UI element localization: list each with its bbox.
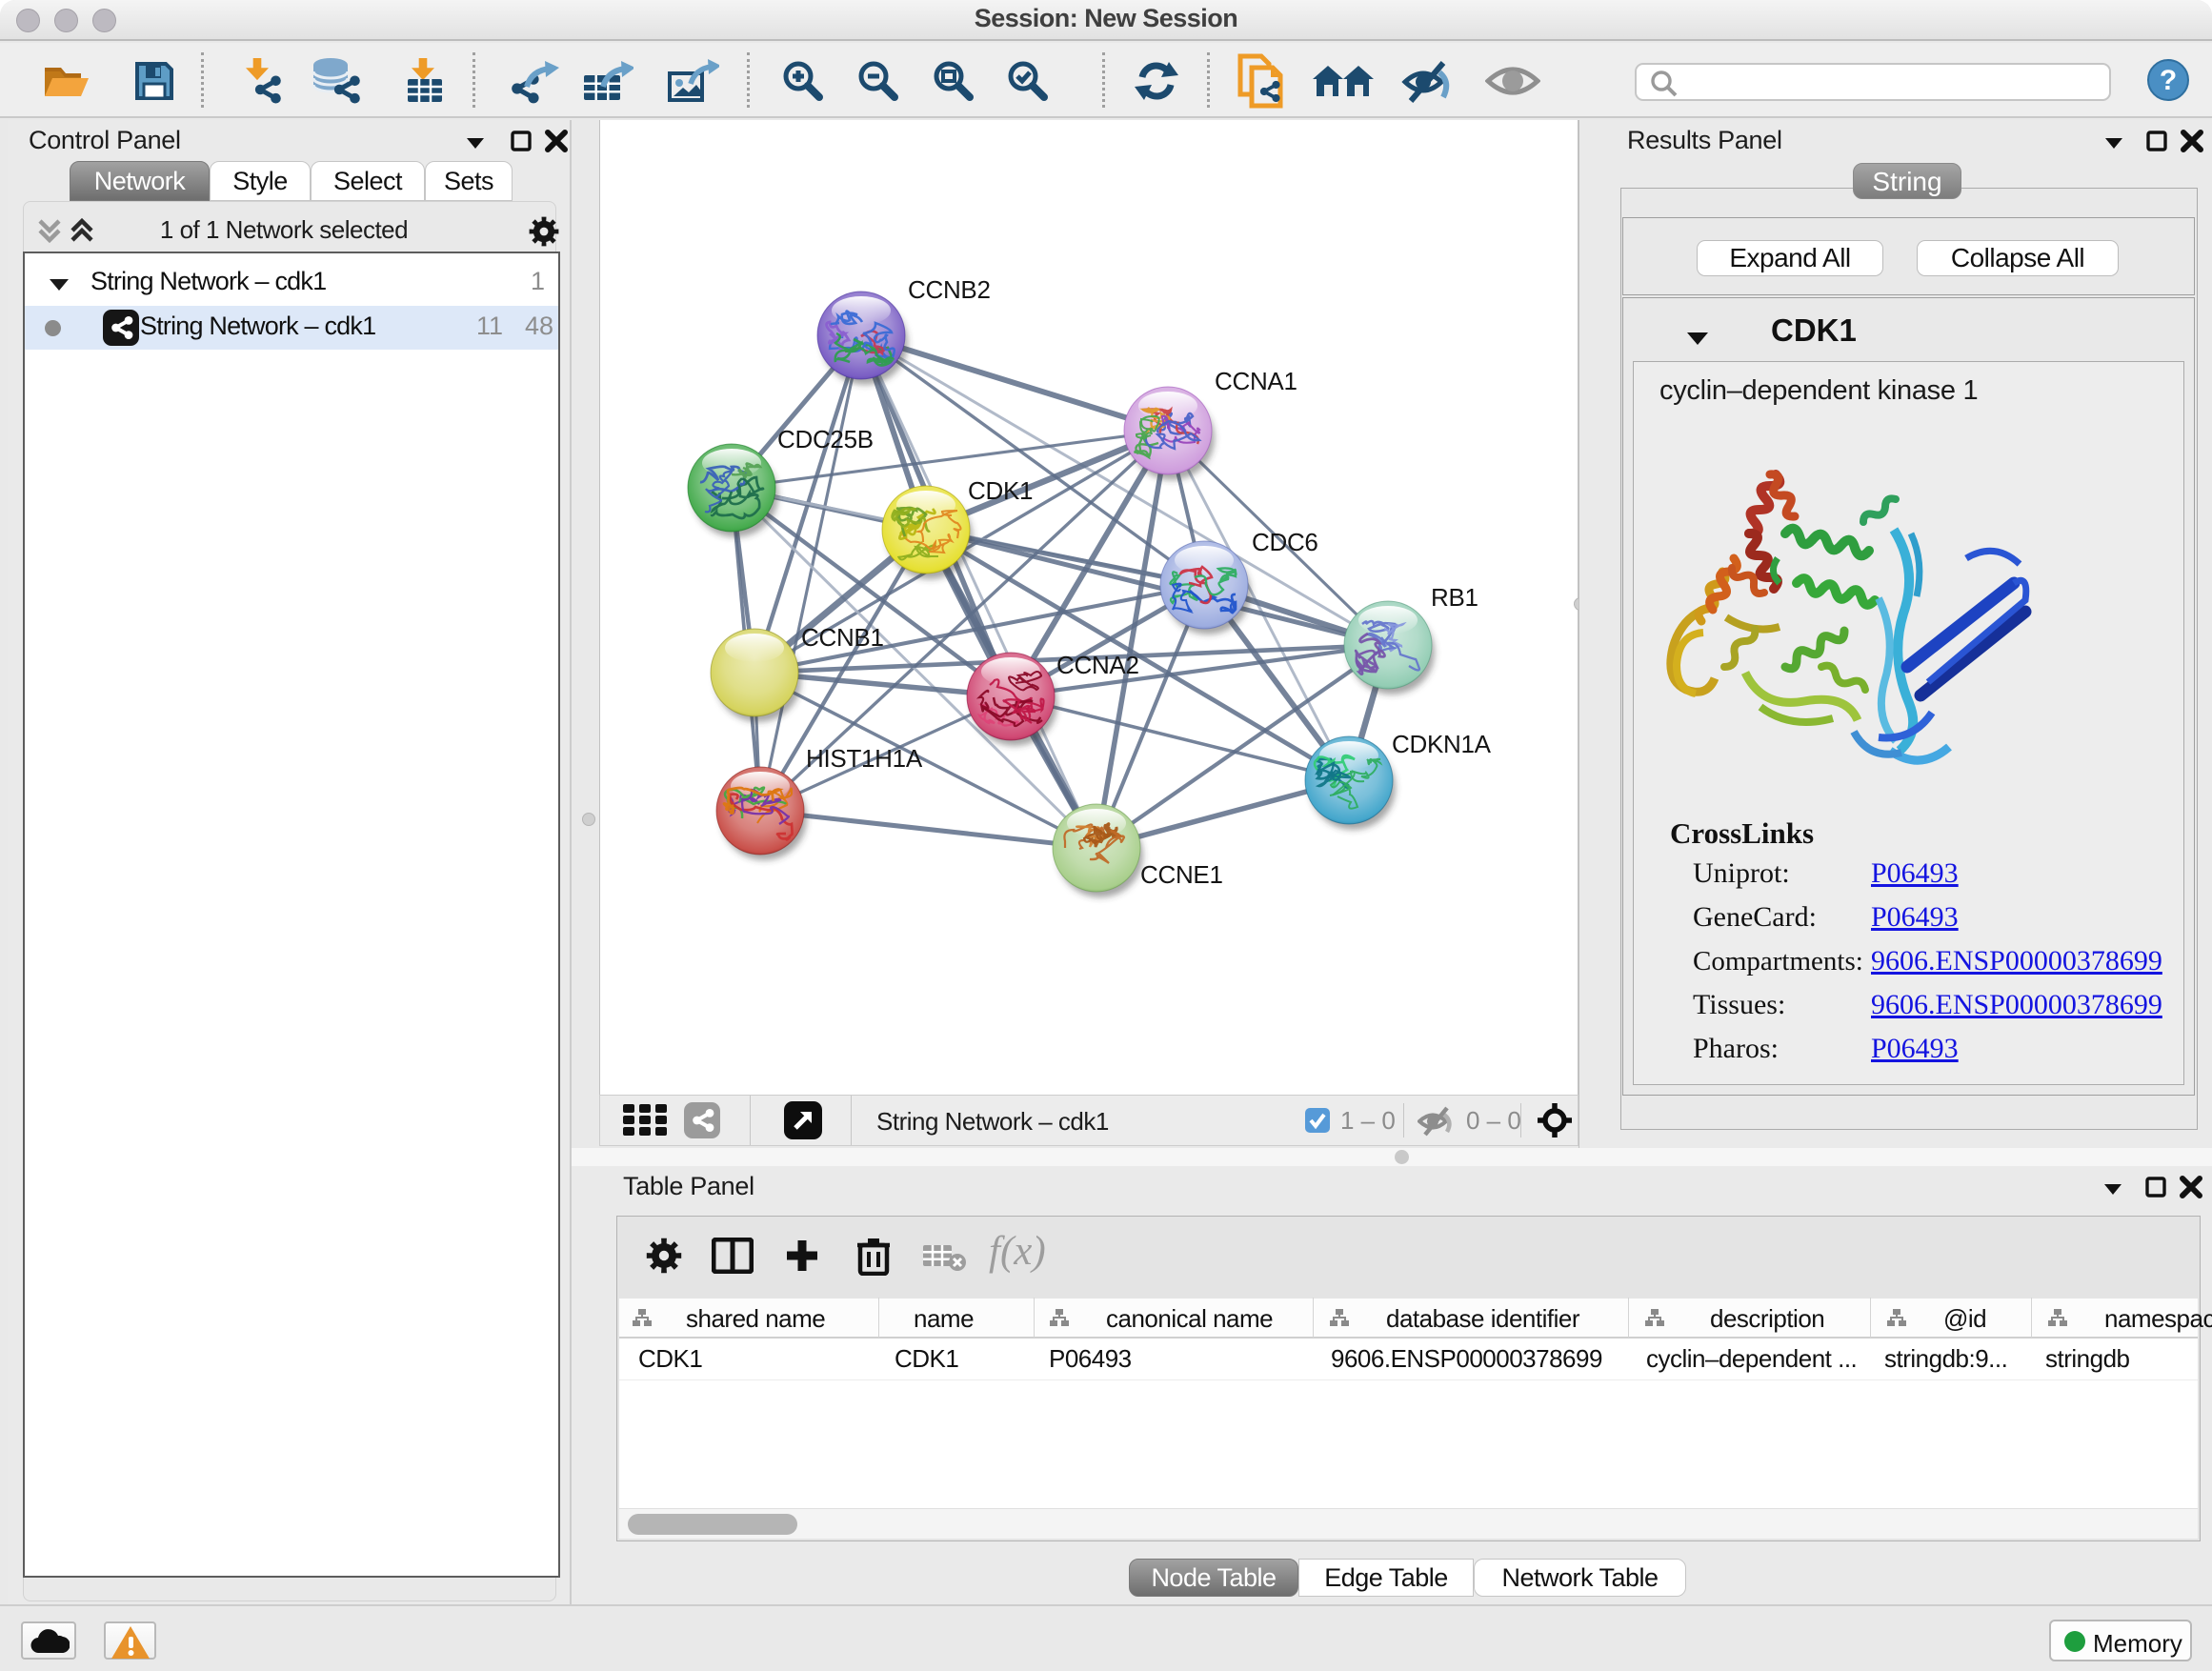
svg-text:CCNB1: CCNB1 <box>801 623 884 652</box>
svg-text:HIST1H1A: HIST1H1A <box>806 744 923 773</box>
svg-text:CCNA2: CCNA2 <box>1056 651 1139 679</box>
svg-text:CCNE1: CCNE1 <box>1140 860 1223 889</box>
svg-text:?: ? <box>2160 65 2177 96</box>
svg-text:CDKN1A: CDKN1A <box>1392 730 1492 758</box>
svg-text:RB1: RB1 <box>1431 583 1478 612</box>
svg-text:CCNB2: CCNB2 <box>908 275 991 304</box>
svg-text:CDC6: CDC6 <box>1252 528 1318 556</box>
svg-text:CDC25B: CDC25B <box>777 425 874 453</box>
svg-text:CCNA1: CCNA1 <box>1215 367 1297 395</box>
svg-text:CDK1: CDK1 <box>968 476 1033 505</box>
